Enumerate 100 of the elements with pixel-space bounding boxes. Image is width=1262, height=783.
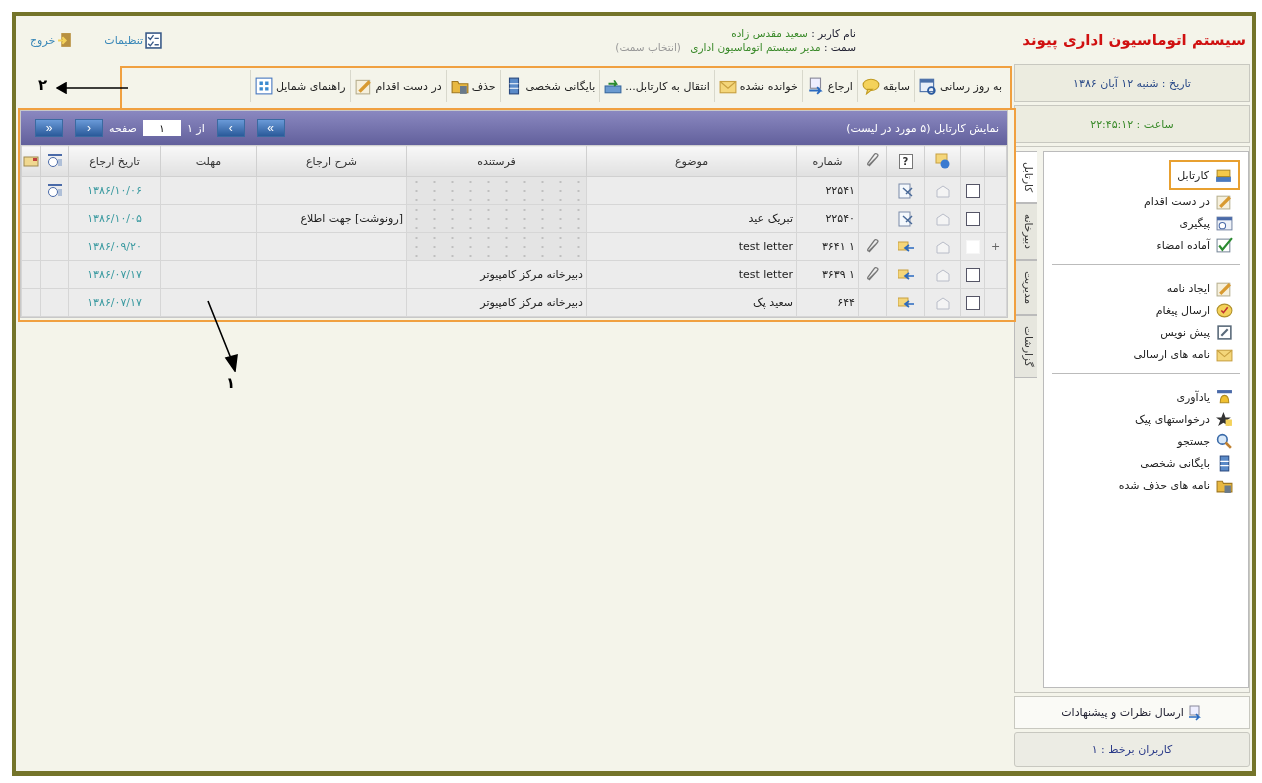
time-text: ساعت : ۲۲:۴۵:۱۲ bbox=[1090, 117, 1174, 131]
menu-item[interactable]: ایجاد نامه bbox=[1159, 277, 1240, 299]
side-tab[interactable]: مدیریت bbox=[1014, 260, 1037, 316]
menu-item[interactable]: درخواستهای پیک bbox=[1127, 408, 1240, 430]
menu-item[interactable]: کارتابل bbox=[1169, 160, 1240, 190]
prev-page-button[interactable]: ‹ bbox=[216, 119, 245, 137]
grid-icon bbox=[254, 77, 273, 95]
table-cell: دبیرخانه مرکز کامپیوتر bbox=[406, 260, 587, 289]
table-cell: ۲۲۵۴۱ bbox=[796, 176, 859, 205]
first-page-button[interactable]: » bbox=[35, 119, 63, 137]
column-header[interactable]: مهلت bbox=[160, 145, 257, 177]
paperclip-icon bbox=[864, 153, 881, 169]
table-cell: ۱۳۸۶/۱۰/۰۵ bbox=[68, 204, 161, 233]
menu-item[interactable]: پیش نویس bbox=[1153, 321, 1240, 343]
last-page-button[interactable]: « bbox=[256, 119, 285, 137]
menu-item[interactable]: بایگانی شخصی bbox=[1133, 452, 1240, 474]
search-icon bbox=[1216, 432, 1233, 450]
letter-icon bbox=[23, 153, 39, 169]
menu-item[interactable]: جستجو bbox=[1170, 430, 1240, 452]
feedback-button[interactable]: ارسال نظرات و پیشنهادات bbox=[1014, 696, 1250, 729]
side-tab[interactable]: گزارشات bbox=[1014, 315, 1037, 378]
calendar-refresh-icon bbox=[919, 77, 937, 95]
row-checkbox[interactable] bbox=[965, 183, 980, 198]
clock-card-icon bbox=[46, 153, 63, 169]
exit-link[interactable]: خروج bbox=[30, 31, 75, 49]
paperclip-icon bbox=[864, 238, 881, 255]
cartable-caption: نمایش کارتابل (۵ مورد در لیست) bbox=[846, 121, 999, 135]
tray-arrow-icon bbox=[604, 77, 623, 95]
annotation-arrow bbox=[206, 300, 240, 372]
envelope-arrow-icon bbox=[897, 266, 914, 283]
chat-icon bbox=[1216, 301, 1233, 319]
user-name: سعید مقدس زاده bbox=[731, 27, 808, 39]
forward-arrow-icon bbox=[806, 77, 825, 95]
speech-balloon-icon bbox=[861, 77, 880, 95]
pencil-icon bbox=[354, 77, 373, 95]
side-tab[interactable]: کارتابل bbox=[1014, 151, 1037, 204]
table-cell: ۲۲۵۴۰ bbox=[796, 204, 859, 233]
table-cell: ۱ ۳۶۳۹ bbox=[796, 260, 859, 289]
table-cell: ۱۳۸۶/۰۷/۱۷ bbox=[68, 260, 161, 289]
page-count: از ۱ bbox=[186, 121, 205, 135]
menu-item[interactable]: نامه های ارسالی bbox=[1126, 343, 1240, 365]
envelope-arrow-icon bbox=[897, 238, 914, 255]
online-users-text: کاربران برخط : ۱ bbox=[1091, 743, 1173, 756]
table-cell: ۱ ۳۶۴۱ bbox=[796, 232, 859, 261]
envelope-question-icon bbox=[934, 153, 951, 169]
column-header[interactable]: موضوع bbox=[586, 145, 797, 177]
table-cell: ۱۳۸۶/۰۷/۱۷ bbox=[68, 288, 161, 317]
toolbar-button[interactable]: راهنمای شمایل bbox=[249, 70, 350, 102]
toolbar-button[interactable]: حذف bbox=[445, 70, 500, 102]
role-label: سمت : bbox=[823, 41, 856, 53]
menu-item[interactable]: یادآوری bbox=[1169, 386, 1240, 408]
user-label: نام کاربر : bbox=[811, 27, 856, 39]
menu-item[interactable]: در دست اقدام bbox=[1136, 190, 1240, 212]
toolbar-button[interactable]: ارجاع bbox=[801, 70, 857, 102]
next-page-button[interactable]: › bbox=[75, 119, 103, 137]
menu-item[interactable]: نامه های حذف شده bbox=[1111, 474, 1240, 496]
column-header[interactable]: فرستنده bbox=[406, 145, 587, 177]
date-text: تاریخ : شنبه ۱۲ آبان ۱۳۸۶ bbox=[1073, 76, 1191, 90]
table-cell: ۱۳۸۶/۱۰/۰۶ bbox=[68, 176, 161, 205]
row-checkbox[interactable] bbox=[965, 267, 980, 282]
table-cell: test letter bbox=[586, 260, 797, 289]
side-tab[interactable]: دبیرخانه bbox=[1014, 203, 1037, 261]
toolbar-button[interactable]: در دست اقدام bbox=[349, 70, 446, 102]
role-name: مدیر سیستم اتوماسیون اداری bbox=[690, 41, 821, 53]
settings-icon bbox=[145, 31, 163, 49]
table-cell: تبریک عید bbox=[586, 204, 797, 233]
edit-document-icon bbox=[897, 182, 914, 199]
menu-item[interactable]: پیگیری bbox=[1172, 212, 1240, 234]
toolbar-button[interactable]: سابقه bbox=[856, 70, 914, 102]
menu-item[interactable]: ارسال پیغام bbox=[1148, 299, 1240, 321]
table-cell: سعید پک bbox=[586, 288, 797, 317]
row-checkbox[interactable] bbox=[965, 295, 980, 310]
annotation-arrow bbox=[56, 82, 128, 94]
notepad-icon bbox=[1216, 323, 1233, 341]
edit-document-icon bbox=[897, 210, 914, 227]
toolbar-button[interactable]: انتقال به کارتابل... bbox=[599, 70, 714, 102]
toolbar-button[interactable]: بایگانی شخصی bbox=[499, 70, 600, 102]
envelope-arrow-icon bbox=[897, 294, 914, 311]
table-cell: دبیرخانه مرکز کامپیوتر bbox=[406, 288, 587, 317]
settings-link[interactable]: تنظیمات bbox=[104, 31, 163, 49]
table-cell: ۱۳۸۶/۰۹/۲۰ bbox=[68, 232, 161, 261]
table-cell: ۶۴۴ bbox=[796, 288, 859, 317]
paperclip-icon bbox=[864, 266, 881, 283]
column-header[interactable]: شماره bbox=[796, 145, 859, 177]
clock-card-icon bbox=[46, 182, 63, 199]
table-cell: test letter bbox=[586, 232, 797, 261]
page-label: صفحه bbox=[109, 121, 137, 135]
page-input[interactable]: ۱ bbox=[142, 120, 181, 136]
toolbar-button[interactable]: خوانده نشده bbox=[713, 70, 802, 102]
annotation-label: ۲ bbox=[38, 76, 48, 94]
table-cell: [رونوشت] جهت اطلاع bbox=[256, 204, 407, 233]
menu-item[interactable]: آماده امضاء bbox=[1149, 234, 1240, 256]
toolbar-button[interactable]: به روز رسانی bbox=[914, 70, 1006, 102]
help-mark[interactable]: ? bbox=[898, 153, 913, 169]
app-title: سیستم اتوماسیون اداری پیوند bbox=[1021, 31, 1246, 49]
column-header[interactable]: شرح ارجاع bbox=[256, 145, 407, 177]
checkmark-icon bbox=[1216, 236, 1233, 254]
column-header[interactable]: تاریخ ارجاع bbox=[68, 145, 161, 177]
row-checkbox[interactable] bbox=[965, 211, 980, 226]
bell-icon bbox=[1216, 388, 1233, 406]
